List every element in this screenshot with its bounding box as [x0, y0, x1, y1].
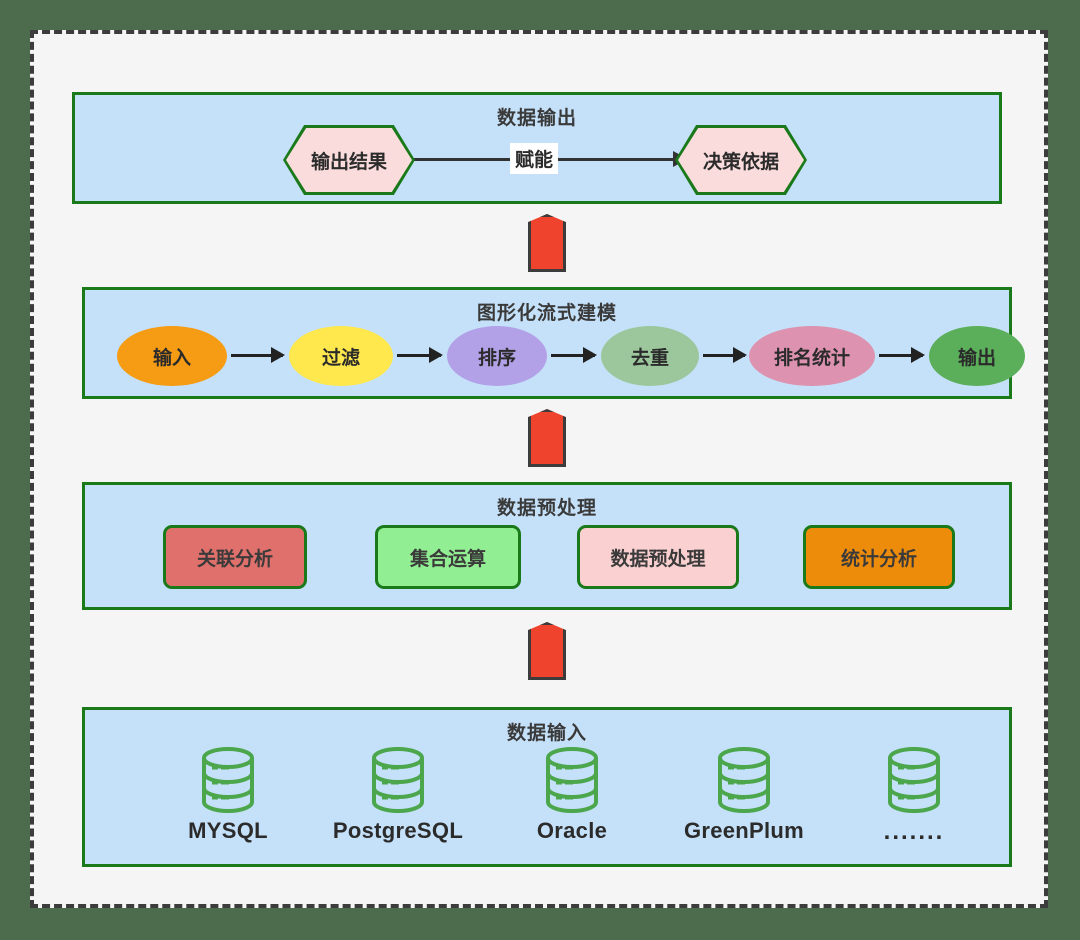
database-cylinder-icon	[718, 747, 770, 813]
database-cylinder-icon	[372, 747, 424, 813]
source-oracle[interactable]: Oracle	[497, 746, 647, 844]
node-output-result-label: 输出结果	[286, 128, 412, 192]
source-mysql-label: MYSQL	[188, 818, 268, 843]
connector-preprocess-to-model-icon	[528, 409, 566, 467]
database-cylinder-icon	[888, 747, 940, 813]
node-dedup[interactable]: 去重	[601, 326, 699, 386]
section-data-input: 数据输入 MYSQL PostgreSQL Oracle GreenPlum .…	[82, 707, 1012, 867]
arrow-dedup-to-ranking-icon	[703, 347, 747, 363]
node-association-analysis-label: 关联分析	[196, 548, 273, 570]
source-more[interactable]: .......	[839, 746, 989, 846]
arrow-ranking-to-output-icon	[879, 347, 925, 363]
node-ranking-statistics[interactable]: 排名统计	[749, 326, 875, 386]
node-sort-label: 排序	[477, 347, 516, 369]
section-data-preprocessing: 数据预处理 关联分析 集合运算 数据预处理 统计分析	[82, 482, 1012, 610]
node-statistical-analysis-label: 统计分析	[840, 548, 917, 570]
diagram-canvas: 数据输出 输出结果 赋能 决策依据 图形化流式建模 输入 过滤 排序 去重 排名…	[30, 30, 1048, 908]
edge-enable-label: 赋能	[510, 143, 559, 174]
section-data-output: 数据输出 输出结果 赋能 决策依据	[72, 92, 1002, 204]
node-output-result[interactable]: 输出结果	[283, 125, 415, 195]
node-decision-basis[interactable]: 决策依据	[675, 125, 807, 195]
node-set-operation[interactable]: 集合运算	[375, 525, 521, 589]
connector-input-to-preprocess-icon	[528, 622, 566, 680]
section-title-data-output: 数据输出	[496, 108, 577, 129]
node-input-label: 输入	[152, 347, 191, 369]
source-more-label: .......	[883, 818, 945, 845]
node-data-preprocessing-label: 数据预处理	[610, 548, 706, 570]
node-filter[interactable]: 过滤	[289, 326, 393, 386]
arrow-input-to-filter-icon	[231, 347, 285, 363]
source-postgresql[interactable]: PostgreSQL	[323, 746, 473, 844]
source-postgresql-label: PostgreSQL	[332, 818, 464, 843]
node-dedup-label: 去重	[630, 347, 669, 369]
source-greenplum[interactable]: GreenPlum	[669, 746, 819, 844]
node-statistical-analysis[interactable]: 统计分析	[803, 525, 955, 589]
arrow-filter-to-sort-icon	[397, 347, 443, 363]
node-input[interactable]: 输入	[117, 326, 227, 386]
source-oracle-label: Oracle	[536, 818, 608, 843]
node-ranking-statistics-label: 排名统计	[773, 347, 850, 369]
source-mysql[interactable]: MYSQL	[153, 746, 303, 844]
node-filter-label: 过滤	[321, 347, 360, 369]
arrow-sort-to-dedup-icon	[551, 347, 597, 363]
database-cylinder-icon	[546, 747, 598, 813]
node-data-preprocessing[interactable]: 数据预处理	[577, 525, 739, 589]
node-output-label: 输出	[957, 347, 996, 369]
section-graphical-stream-modeling: 图形化流式建模 输入 过滤 排序 去重 排名统计 输出	[82, 287, 1025, 399]
node-output[interactable]: 输出	[929, 326, 1025, 386]
section-title-data-input: 数据输入	[506, 723, 587, 744]
node-sort[interactable]: 排序	[447, 326, 547, 386]
database-cylinder-icon	[202, 747, 254, 813]
connector-model-to-output-icon	[528, 214, 566, 272]
section-title-graphical-stream-modeling: 图形化流式建模	[476, 303, 617, 324]
node-set-operation-label: 集合运算	[409, 548, 486, 570]
source-greenplum-label: GreenPlum	[683, 818, 805, 843]
node-association-analysis[interactable]: 关联分析	[163, 525, 307, 589]
section-title-data-preprocessing: 数据预处理	[496, 498, 597, 519]
node-decision-basis-label: 决策依据	[678, 128, 804, 192]
